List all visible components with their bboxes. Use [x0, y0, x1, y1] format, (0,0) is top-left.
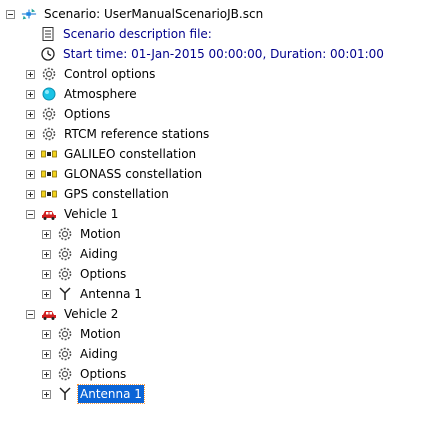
gear-icon: [57, 226, 73, 242]
scenario-satellite-icon: [21, 6, 37, 22]
expand-toggle-icon[interactable]: [26, 89, 35, 99]
clock-icon: [40, 46, 56, 62]
expand-toggle-icon[interactable]: [26, 69, 35, 79]
tree-node-vehicle-2-options[interactable]: Options: [42, 364, 128, 384]
scenario-root-label: Scenario: UserManualScenarioJB.scn: [44, 7, 264, 21]
options-label: Options: [80, 267, 127, 281]
constellation-icon: [41, 186, 57, 202]
gear-icon: [57, 266, 73, 282]
motion-label: Motion: [80, 327, 121, 341]
document-icon: [40, 26, 56, 42]
atmosphere-icon: [41, 86, 57, 102]
options-label: Options: [80, 367, 127, 381]
scenario-tree: Scenario: UserManualScenarioJB.scn Scena…: [0, 0, 439, 439]
options-label: Options: [64, 107, 111, 121]
tree-node-start-time[interactable]: Start time: 01-Jan-2015 00:00:00, Durati…: [40, 44, 386, 64]
galileo-label: GALILEO constellation: [64, 147, 197, 161]
tree-node-vehicle-2-aiding[interactable]: Aiding: [42, 344, 120, 364]
expand-toggle-icon[interactable]: [42, 389, 51, 399]
tree-node-vehicle-1-antenna-1[interactable]: Antenna 1: [42, 284, 144, 304]
expand-toggle-icon[interactable]: [42, 269, 51, 279]
expand-toggle-icon[interactable]: [26, 169, 35, 179]
glonass-label: GLONASS constellation: [64, 167, 203, 181]
vehicle-1-label: Vehicle 1: [64, 207, 119, 221]
start-time-label: Start time: 01-Jan-2015 00:00:00, Durati…: [63, 47, 384, 61]
collapse-toggle-icon[interactable]: [6, 9, 15, 19]
car-icon: [41, 306, 57, 322]
antenna-label: Antenna 1: [80, 287, 142, 301]
tree-node-scenario-root[interactable]: Scenario: UserManualScenarioJB.scn: [6, 4, 265, 24]
tree-node-vehicle-1-aiding[interactable]: Aiding: [42, 244, 120, 264]
aiding-label: Aiding: [80, 347, 118, 361]
collapse-toggle-icon[interactable]: [26, 209, 35, 219]
description-file-label: Scenario description file:: [63, 27, 212, 41]
gps-label: GPS constellation: [64, 187, 169, 201]
gear-icon: [57, 326, 73, 342]
gear-icon: [57, 346, 73, 362]
expand-toggle-icon[interactable]: [42, 329, 51, 339]
expand-toggle-icon[interactable]: [42, 229, 51, 239]
expand-toggle-icon[interactable]: [26, 149, 35, 159]
tree-node-gps-constellation[interactable]: GPS constellation: [26, 184, 171, 204]
tree-node-vehicle-2[interactable]: Vehicle 2: [26, 304, 120, 324]
tree-node-galileo-constellation[interactable]: GALILEO constellation: [26, 144, 198, 164]
collapse-toggle-icon[interactable]: [26, 309, 35, 319]
tree-node-options[interactable]: Options: [26, 104, 112, 124]
expand-toggle-icon[interactable]: [26, 109, 35, 119]
tree-node-description-file[interactable]: Scenario description file:: [40, 24, 214, 44]
tree-node-vehicle-1-options[interactable]: Options: [42, 264, 128, 284]
control-options-label: Control options: [64, 67, 156, 81]
gear-icon: [41, 126, 57, 142]
antenna-icon: [57, 386, 73, 402]
car-icon: [41, 206, 57, 222]
tree-node-vehicle-2-motion[interactable]: Motion: [42, 324, 123, 344]
gear-icon: [57, 366, 73, 382]
expand-toggle-icon[interactable]: [42, 369, 51, 379]
gear-icon: [57, 246, 73, 262]
tree-node-atmosphere[interactable]: Atmosphere: [26, 84, 139, 104]
constellation-icon: [41, 146, 57, 162]
tree-node-vehicle-1[interactable]: Vehicle 1: [26, 204, 120, 224]
vehicle-2-label: Vehicle 2: [64, 307, 119, 321]
expand-toggle-icon[interactable]: [26, 189, 35, 199]
atmosphere-label: Atmosphere: [64, 87, 137, 101]
antenna-icon: [57, 286, 73, 302]
tree-node-vehicle-2-antenna-1[interactable]: Antenna 1: [42, 384, 145, 404]
expand-toggle-icon[interactable]: [42, 249, 51, 259]
expand-toggle-icon[interactable]: [26, 129, 35, 139]
motion-label: Motion: [80, 227, 121, 241]
expand-toggle-icon[interactable]: [42, 289, 51, 299]
constellation-icon: [41, 166, 57, 182]
gear-icon: [41, 66, 57, 82]
tree-node-rtcm-reference-stations[interactable]: RTCM reference stations: [26, 124, 211, 144]
gear-icon: [41, 106, 57, 122]
tree-node-glonass-constellation[interactable]: GLONASS constellation: [26, 164, 204, 184]
tree-node-vehicle-1-motion[interactable]: Motion: [42, 224, 123, 244]
aiding-label: Aiding: [80, 247, 118, 261]
rtcm-label: RTCM reference stations: [64, 127, 210, 141]
tree-node-control-options[interactable]: Control options: [26, 64, 157, 84]
expand-toggle-icon[interactable]: [42, 349, 51, 359]
antenna-label-selected: Antenna 1: [77, 384, 145, 404]
